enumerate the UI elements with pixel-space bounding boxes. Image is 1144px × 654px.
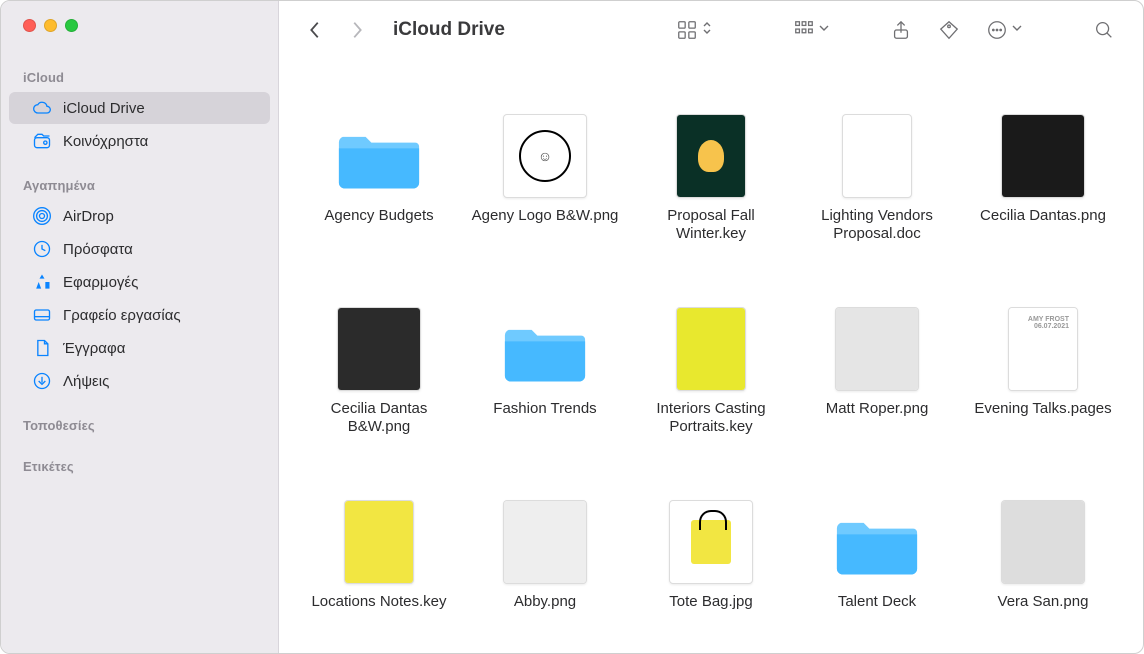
sidebar-section-header[interactable]: Τοποθεσίες (1, 412, 278, 439)
image-thumbnail (503, 500, 587, 584)
document-thumbnail (337, 500, 421, 584)
sidebar-item-label: Πρόσφατα (63, 241, 133, 258)
file-name: Vera San.png (998, 593, 1089, 611)
file-name: Cecilia Dantas B&W.png (299, 400, 459, 437)
file-name: Ageny Logo B&W.png (472, 207, 619, 225)
back-button[interactable] (301, 14, 329, 46)
folder-icon (337, 114, 421, 198)
sidebar-item-label: iCloud Drive (63, 100, 145, 117)
close-window-button[interactable] (23, 19, 36, 32)
sidebar-item-κοινόχρηστα[interactable]: Κοινόχρηστα (9, 125, 270, 157)
downloads-icon (31, 370, 53, 392)
apps-icon (31, 271, 53, 293)
more-actions-button[interactable] (980, 15, 1029, 45)
sidebar-item-εφαρμογές[interactable]: Εφαρμογές (9, 266, 270, 298)
sidebar-item-έγγραφα[interactable]: Έγγραφα (9, 332, 270, 364)
document-thumbnail: AMY FROST 06.07.2021 (1001, 307, 1085, 391)
image-thumbnail: ☺ (503, 114, 587, 198)
file-name: Fashion Trends (493, 400, 596, 418)
view-icon-mode-button[interactable] (670, 15, 719, 45)
sidebar-section-header[interactable]: Ετικέτες (1, 453, 278, 480)
file-item[interactable]: Vera San.png (963, 500, 1123, 633)
file-item[interactable]: Tote Bag.jpg (631, 500, 791, 633)
chevron-updown-icon (701, 21, 713, 39)
image-thumbnail (669, 500, 753, 584)
document-thumbnail (669, 114, 753, 198)
sidebar-item-label: Εφαρμογές (63, 274, 138, 291)
forward-button[interactable] (343, 14, 371, 46)
sidebar-item-label: Έγγραφα (63, 340, 125, 357)
file-name: Cecilia Dantas.png (980, 207, 1106, 225)
sidebar-section-header[interactable]: iCloud (1, 64, 278, 91)
sidebar-section-header[interactable]: Αγαπημένα (1, 172, 278, 199)
file-item[interactable]: Fashion Trends (465, 307, 625, 458)
file-item[interactable]: Talent Deck (797, 500, 957, 633)
sidebar-item-label: Γραφείο εργασίας (63, 307, 181, 324)
file-name: Abby.png (514, 593, 576, 611)
main-pane: iCloud Drive (279, 1, 1143, 653)
folder-icon (503, 307, 587, 391)
zoom-window-button[interactable] (65, 19, 78, 32)
recents-icon (31, 238, 53, 260)
file-item[interactable]: Proposal Fall Winter.key (631, 114, 791, 265)
group-by-button[interactable] (787, 15, 836, 45)
file-item[interactable]: Cecilia Dantas B&W.png (299, 307, 459, 458)
tags-button[interactable] (932, 15, 966, 45)
file-name: Tote Bag.jpg (669, 593, 752, 611)
sidebar-item-γραφείο-εργασίας[interactable]: Γραφείο εργασίας (9, 299, 270, 331)
document-thumbnail (669, 307, 753, 391)
folder-icon (835, 500, 919, 584)
share-button[interactable] (884, 15, 918, 45)
image-thumbnail (337, 307, 421, 391)
file-name: Proposal Fall Winter.key (631, 207, 791, 244)
file-item[interactable]: Cecilia Dantas.png (963, 114, 1123, 265)
search-button[interactable] (1087, 15, 1121, 45)
window-controls (1, 19, 278, 32)
chevron-down-icon (1011, 21, 1023, 39)
location-title: iCloud Drive (393, 19, 505, 41)
sidebar: iCloud iCloud Drive Κοινόχρηστα Αγαπημένα Ai… (1, 1, 279, 653)
file-item[interactable]: Abby.png (465, 500, 625, 633)
file-name: Talent Deck (838, 593, 916, 611)
airdrop-icon (31, 205, 53, 227)
finder-window: iCloud iCloud Drive Κοινόχρηστα Αγαπημένα Ai… (0, 0, 1144, 654)
file-item[interactable]: Agency Budgets (299, 114, 459, 265)
document-thumbnail (835, 114, 919, 198)
minimize-window-button[interactable] (44, 19, 57, 32)
image-thumbnail (1001, 114, 1085, 198)
file-grid: Agency Budgets ☺ Ageny Logo B&W.png Proposa… (279, 59, 1143, 653)
cloud-icon (31, 97, 53, 119)
file-item[interactable]: Matt Roper.png (797, 307, 957, 458)
sidebar-item-label: Λήψεις (63, 373, 109, 390)
file-name: Agency Budgets (324, 207, 433, 225)
file-name: Locations Notes.key (311, 593, 446, 611)
sidebar-item-πρόσφατα[interactable]: Πρόσφατα (9, 233, 270, 265)
sidebar-item-icloud-drive[interactable]: iCloud Drive (9, 92, 270, 124)
file-item[interactable]: ☺ Ageny Logo B&W.png (465, 114, 625, 265)
desktop-icon (31, 304, 53, 326)
image-thumbnail (1001, 500, 1085, 584)
sidebar-item-airdrop[interactable]: AirDrop (9, 200, 270, 232)
toolbar: iCloud Drive (279, 1, 1143, 59)
chevron-down-icon (818, 21, 830, 39)
sidebar-item-label: AirDrop (63, 208, 114, 225)
sidebar-item-λήψεις[interactable]: Λήψεις (9, 365, 270, 397)
file-item[interactable]: Lighting Vendors Proposal.doc (797, 114, 957, 265)
file-item[interactable]: Locations Notes.key (299, 500, 459, 633)
file-name: Lighting Vendors Proposal.doc (797, 207, 957, 244)
documents-icon (31, 337, 53, 359)
file-name: Evening Talks.pages (974, 400, 1111, 418)
image-thumbnail (835, 307, 919, 391)
file-item[interactable]: AMY FROST 06.07.2021 Evening Talks.pages (963, 307, 1123, 458)
sidebar-item-label: Κοινόχρηστα (63, 133, 148, 150)
file-name: Interiors Casting Portraits.key (631, 400, 791, 437)
shared-icon (31, 130, 53, 152)
file-item[interactable]: Interiors Casting Portraits.key (631, 307, 791, 458)
file-name: Matt Roper.png (826, 400, 929, 418)
